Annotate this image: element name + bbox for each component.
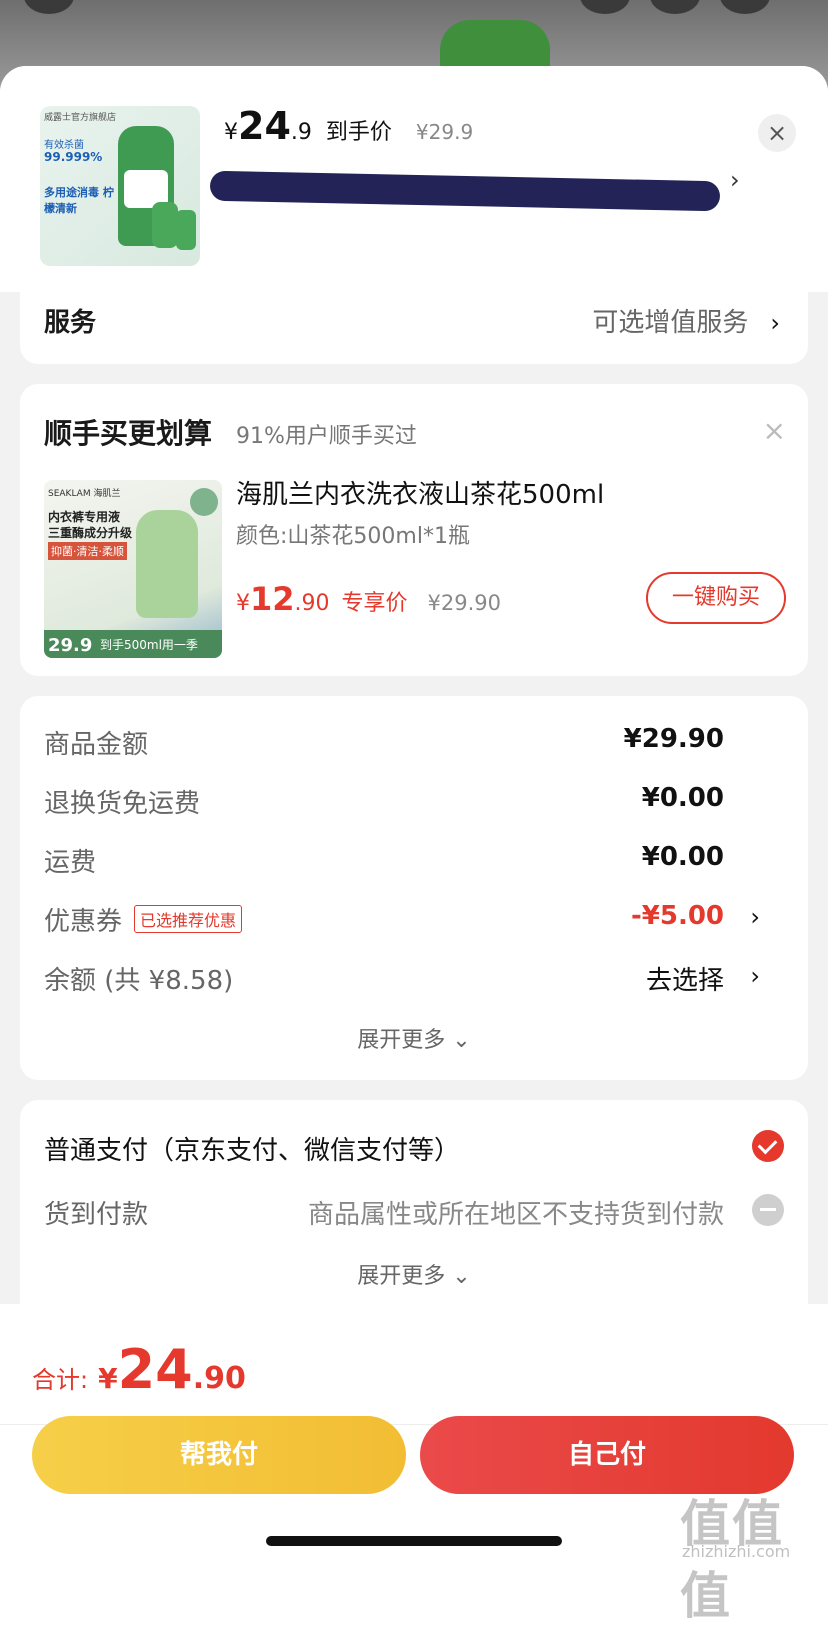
fee-row-return-shipping: 退换货免运费 ¥0.00 [44,783,784,823]
price-currency: ¥ [224,120,238,145]
upsell-price-integer: 12 [250,580,295,618]
image-line-1: 内衣裤专用液 [48,510,121,524]
upsell-price-decimal: .90 [294,591,330,616]
fee-value: ¥0.00 [641,842,724,872]
thumb-claim-1: 有效杀菌 [44,140,84,151]
fees-expand-more[interactable]: 展开更多 ⌄ [20,1022,808,1054]
service-card[interactable]: 服务 可选增值服务 › [20,278,808,364]
chevron-right-icon: › [750,903,760,931]
balance-select[interactable]: 去选择 [646,960,724,997]
redacted-address-scribble [209,170,721,212]
cod-unavailable-note: 商品属性或所在地区不支持货到付款 [307,1200,724,1230]
back-button-icon[interactable] [24,0,74,14]
upsell-price-currency: ¥ [236,591,250,616]
image-bar-text: 到手500ml用一季 [100,638,198,652]
price-label: 到手价 [325,120,392,145]
fee-card: 商品金额 ¥29.90 退换货免运费 ¥0.00 运费 ¥0.00 优惠券 已选推… [20,696,808,1080]
price-decimal: .9 [290,120,312,145]
order-total: 合计: ¥ 24 .90 [32,1338,246,1401]
total-decimal: .90 [192,1361,246,1396]
bottle-small [152,202,178,248]
coupon-value: -¥5.00 [630,901,724,931]
watermark-url: zhizhizhi.com [682,1542,791,1561]
total-integer: 24 [117,1338,193,1401]
upsell-original-price: ¥29.90 [427,591,502,615]
image-badge [190,488,218,516]
upsell-product-image[interactable]: SEAKLAM 海肌兰 内衣裤专用液 三重酶成分升级 抑菌·清洁·柔顺 29.9… [44,480,222,658]
order-sheet: 威露士官方旗舰店 有效杀菌 99.999% 多用途消毒 柠檬清新 ¥ 24 .9… [0,66,828,1645]
thumb-shop-text: 威露士官方旗舰店 [44,113,117,123]
total-label: 合计: [32,1366,89,1394]
header-price: ¥ 24 .9 到手价 ¥29.9 [224,104,473,148]
order-header: 威露士官方旗舰店 有效杀菌 99.999% 多用途消毒 柠檬清新 ¥ 24 .9… [0,66,828,292]
fee-row-goods: 商品金额 ¥29.90 [44,724,784,764]
fee-row-shipping: 运费 ¥0.00 [44,842,784,882]
price-integer: 24 [238,104,291,148]
upsell-product-name[interactable]: 海肌兰内衣洗衣液山茶花500ml [236,474,604,511]
check-icon[interactable] [752,1130,784,1162]
service-title: 服务 [44,308,97,338]
upsell-subtitle: 91%用户顺手买过 [236,424,417,449]
product-thumbnail[interactable]: 威露士官方旗舰店 有效杀菌 99.999% 多用途消毒 柠檬清新 [40,106,200,266]
detergent-bottle [136,510,198,618]
fee-label: 商品金额 [44,730,149,760]
upsell-price-label: 专享价 [341,591,408,616]
payment-expand-more[interactable]: 展开更多 ⌄ [20,1258,808,1290]
chevron-right-icon: › [750,962,760,990]
address-row[interactable] [209,170,730,212]
fee-label: 退换货免运费 [44,789,201,819]
fee-row-balance[interactable]: 余额 (共 ¥8.58) 去选择 › [44,960,784,1000]
minus-circle-icon [752,1194,784,1226]
cart-icon[interactable] [650,0,700,14]
more-icon[interactable] [720,0,770,14]
payment-option-normal[interactable]: 普通支付（京东支付、微信支付等） [44,1130,460,1167]
fee-label: 优惠券 已选推荐优惠 [44,901,243,938]
fee-value: ¥0.00 [641,783,724,813]
original-price: ¥29.9 [415,120,474,144]
coupon-tag: 已选推荐优惠 [134,905,243,933]
image-brand: SEAKLAM 海肌兰 [48,489,121,499]
payment-option-cod[interactable]: 货到付款 [44,1194,148,1231]
fee-value: ¥29.90 [623,724,724,754]
fee-row-coupon[interactable]: 优惠券 已选推荐优惠 -¥5.00 › [44,901,784,941]
image-bar-price: 29.9 [48,635,93,656]
fee-label: 运费 [44,848,97,878]
thumb-claim-2: 99.999% [44,150,103,164]
coupon-label: 优惠券 [44,907,123,937]
upsell-title: 顺手买更划算 [44,417,213,450]
image-line-2: 三重酶成分升级 [48,526,133,540]
one-click-buy-button[interactable]: 一键购买 [646,572,786,624]
share-icon[interactable] [580,0,630,14]
image-line-3: 抑菌·清洁·柔顺 [48,542,127,560]
bottle-mini [176,210,196,250]
address-chevron-icon[interactable]: › [730,166,740,194]
self-pay-button[interactable]: 自己付 [420,1416,794,1494]
upsell-product-spec: 颜色:山茶花500ml*1瓶 [236,524,470,549]
home-indicator[interactable] [266,1536,562,1546]
total-currency: ¥ [98,1362,118,1395]
chevron-right-icon: › [770,309,780,337]
service-value-text: 可选增值服务 [592,308,749,338]
upsell-close-icon[interactable]: × [763,414,786,447]
upsell-card: 顺手买更划算 91%用户顺手买过 × SEAKLAM 海肌兰 内衣裤专用液 三重… [20,384,808,676]
upsell-price: ¥ 12 .90 专享价 ¥29.90 [236,580,501,618]
help-pay-button[interactable]: 帮我付 [32,1416,406,1494]
checkout-bar: 合计: ¥ 24 .90 帮我付 自己付 值值值 zhizhizhi.com [0,1304,828,1645]
service-value[interactable]: 可选增值服务 › [592,302,780,339]
fee-label: 余额 (共 ¥8.58) [44,966,234,996]
thumb-claim-3: 多用途消毒 柠檬清新 [44,186,114,215]
close-button[interactable]: × [758,114,796,152]
